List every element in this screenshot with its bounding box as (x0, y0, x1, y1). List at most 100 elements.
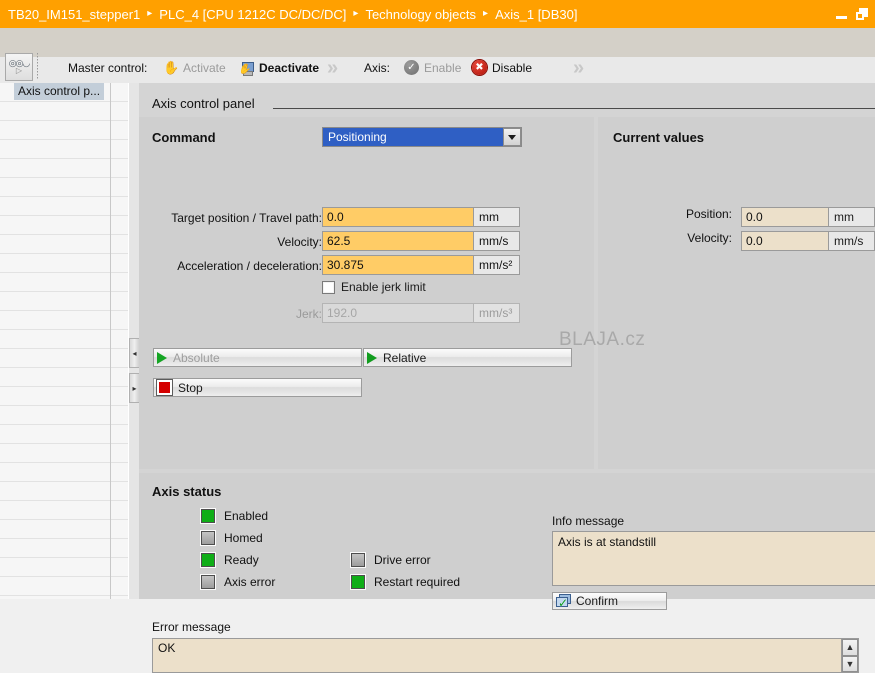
enable-jerk-limit-checkbox[interactable]: Enable jerk limit (322, 280, 426, 294)
acceleration-input[interactable]: 30.875 mm/s² (322, 255, 520, 275)
list-item[interactable] (0, 292, 128, 311)
list-item[interactable] (0, 349, 128, 368)
enable-label: Enable (424, 60, 462, 75)
activate-button[interactable]: ✋ Activate (163, 60, 226, 76)
breadcrumb-separator-icon: ▸ (483, 8, 489, 19)
velocity-label: Velocity: (277, 235, 322, 249)
breadcrumb-item-project[interactable]: TB20_IM151_stepper1 (8, 7, 140, 22)
master-control-label: Master control: (68, 61, 148, 75)
list-item[interactable]: Axis control p... (0, 83, 128, 102)
stop-button[interactable]: Stop (153, 378, 362, 397)
list-item[interactable] (0, 330, 128, 349)
current-velocity-unit: mm/s (828, 232, 874, 250)
list-item[interactable] (0, 558, 128, 577)
hand-icon: ✋ (163, 60, 180, 75)
jerk-value: 192.0 (323, 304, 473, 322)
list-item[interactable] (0, 140, 128, 159)
relative-label: Relative (383, 350, 427, 365)
minimize-icon[interactable] (836, 16, 847, 19)
target-position-label: Target position / Travel path: (171, 211, 322, 225)
current-values-heading: Current values (613, 130, 705, 145)
breadcrumb-item-axis[interactable]: Axis_1 [DB30] (495, 7, 577, 22)
disable-label: Disable (492, 60, 533, 75)
relative-button[interactable]: Relative (363, 348, 572, 367)
list-item[interactable] (0, 197, 128, 216)
error-message-text: OK (158, 641, 176, 655)
chevron-down-icon[interactable] (503, 128, 521, 146)
absolute-button[interactable]: Absolute (153, 348, 362, 367)
list-item[interactable] (0, 425, 128, 444)
list-item[interactable] (0, 273, 128, 292)
status-restart-required: Restart required (351, 575, 460, 589)
deactivate-button[interactable]: ✋ Deactivate (238, 60, 320, 76)
list-item[interactable] (0, 216, 128, 235)
double-chevron-right-icon: » (573, 57, 584, 79)
status-axis-error-label: Axis error (224, 575, 276, 589)
chevron-up-icon[interactable]: ▲ (842, 639, 858, 656)
status-led-icon (201, 509, 215, 523)
list-item[interactable] (0, 387, 128, 406)
stop-label: Stop (178, 380, 203, 395)
status-enabled-label: Enabled (224, 509, 269, 523)
checkbox-icon[interactable] (322, 280, 335, 294)
list-item[interactable] (0, 482, 128, 501)
window-buttons (836, 0, 868, 28)
acceleration-value: 30.875 (323, 256, 473, 274)
jerk-input: 192.0 mm/s³ (322, 303, 520, 323)
disable-button[interactable]: ✖ Disable (472, 60, 532, 75)
current-position-label: Position: (685, 207, 732, 221)
list-item[interactable] (0, 235, 128, 254)
list-item[interactable] (0, 501, 128, 520)
list-item[interactable] (0, 368, 128, 387)
current-velocity-label: Velocity: (687, 231, 732, 245)
circle-check-icon: ✓ (404, 60, 419, 75)
list-item[interactable] (0, 102, 128, 121)
error-message-scrollbar[interactable]: ▲ ▼ (841, 639, 858, 672)
breadcrumb: TB20_IM151_stepper1 ▸ PLC_4 [CPU 1212C D… (0, 7, 577, 22)
chevron-down-icon[interactable]: ▼ (842, 655, 858, 672)
target-position-value: 0.0 (323, 208, 473, 226)
list-item[interactable] (0, 311, 128, 330)
info-message-text: Axis is at standstill (558, 535, 657, 549)
list-item[interactable] (0, 520, 128, 539)
page-title: Axis control panel (152, 96, 255, 111)
glasses-icon[interactable]: ◎◎◡ ▷ (5, 53, 33, 81)
activate-label: Activate (183, 61, 226, 75)
status-enabled: Enabled (201, 509, 268, 523)
list-item[interactable] (0, 254, 128, 273)
breadcrumb-item-plc[interactable]: PLC_4 [CPU 1212C DC/DC/DC] (159, 7, 346, 22)
main-content: Axis control panel Command Positioning T… (139, 83, 875, 673)
info-message-heading: Info message (552, 514, 625, 528)
velocity-input[interactable]: 62.5 mm/s (322, 231, 520, 251)
list-item[interactable] (0, 444, 128, 463)
error-message-box: OK ▲ ▼ (152, 638, 859, 673)
restore-icon[interactable] (856, 8, 868, 20)
deactivate-label: Deactivate (259, 61, 320, 75)
status-ready-label: Ready (224, 553, 259, 567)
toolbar-divider (37, 53, 38, 79)
acceleration-label: Acceleration / deceleration: (177, 259, 322, 273)
toolbar-background (0, 28, 875, 58)
list-item[interactable] (0, 406, 128, 425)
list-item[interactable] (0, 178, 128, 197)
list-item[interactable] (0, 463, 128, 482)
command-mode-select[interactable]: Positioning (322, 127, 522, 147)
breadcrumb-separator-icon: ▸ (147, 8, 153, 19)
target-position-unit: mm (473, 208, 519, 226)
list-item[interactable] (0, 121, 128, 140)
status-led-icon (201, 575, 215, 589)
breadcrumb-item-technology-objects[interactable]: Technology objects (365, 7, 476, 22)
current-position-unit: mm (828, 208, 874, 226)
enable-button[interactable]: ✓ Enable (404, 60, 461, 75)
list-item[interactable] (0, 577, 128, 596)
confirm-button[interactable]: ✓ Confirm (552, 592, 667, 610)
list-item[interactable] (0, 159, 128, 178)
status-homed-label: Homed (224, 531, 263, 545)
target-position-input[interactable]: 0.0 mm (322, 207, 520, 227)
list-item[interactable] (0, 539, 128, 558)
play-triangle-icon (367, 351, 377, 364)
status-ready: Ready (201, 553, 259, 567)
current-values-group: Current values Position: 0.0 mm Velocity… (598, 117, 875, 469)
status-restart-required-label: Restart required (374, 575, 461, 589)
sidebar-item-axis-control-panel[interactable]: Axis control p... (14, 83, 105, 100)
